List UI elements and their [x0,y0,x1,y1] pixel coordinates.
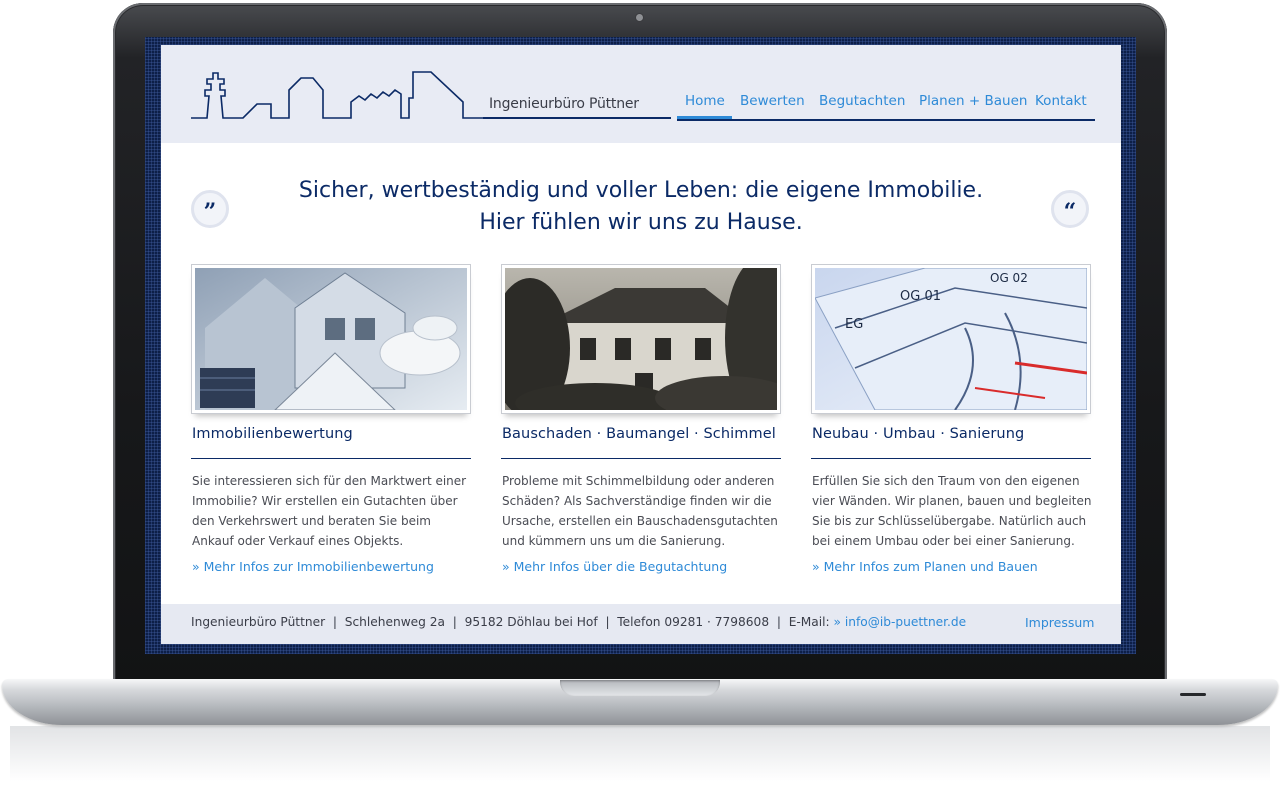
nav-active-indicator [677,116,732,119]
footer-contact: Ingenieurbüro Püttner | Schlehenweg 2a |… [191,615,967,629]
laptop-notch [560,680,720,696]
column-text: Sie interessieren sich für den Marktwert… [192,474,467,548]
column-divider [811,458,1091,459]
nav-kontakt[interactable]: Kontakt [1035,93,1087,109]
skyline-logo-icon [191,71,491,119]
website: Ingenieurbüro Püttner Home Bewerten Begu… [161,45,1121,644]
modern-house-plans-photo[interactable] [191,264,471,414]
footer-company: Ingenieurbüro Püttner [191,615,326,629]
camera-icon [636,14,643,21]
nav-bewerten[interactable]: Bewerten [740,93,805,109]
site-footer: Ingenieurbüro Püttner | Schlehenweg 2a |… [161,604,1121,644]
tagline-line-2: Hier fühlen wir uns zu Hause. [479,210,803,235]
old-house-damage-photo[interactable] [501,264,781,414]
footer-phone: Telefon 09281 · 7798608 [617,615,770,629]
main-nav: Home Bewerten Begutachten Planen + Bauen… [677,92,1095,121]
column-text: Erfüllen Sie sich den Traum von den eige… [812,474,1092,548]
nav-planen-bauen[interactable]: Planen + Bauen [919,93,1027,109]
nav-home[interactable]: Home [685,93,725,109]
impressum-link[interactable]: Impressum [1025,615,1094,630]
column-divider [191,458,471,459]
column-title: Bauschaden · Baumangel · Schimmel [502,426,776,442]
column-title: Immobilienbewertung [192,426,353,442]
more-info-link-planen-bauen[interactable]: » Mehr Infos zum Planen und Bauen [812,559,1038,574]
more-info-link-bewertung[interactable]: » Mehr Infos zur Immobilienbewertung [192,559,434,574]
logo-underline [483,117,671,119]
tagline-line-1: Sicher, wertbeständig und voller Leben: … [298,178,984,203]
more-info-link-begutachtung[interactable]: » Mehr Infos über die Begutachtung [502,559,727,574]
hero-tagline: Sicher, wertbeständig und voller Leben: … [271,175,1011,239]
svg-text:EG: EG [845,317,863,332]
floor-plans-photo[interactable]: EG OG 01 OG 02 [811,264,1091,414]
nav-begutachten[interactable]: Begutachten [819,93,905,109]
laptop-reflection [10,726,1270,805]
power-indicator-icon [1180,693,1206,696]
column-text: Probleme mit Schimmelbildung oder andere… [502,474,778,548]
logo[interactable]: Ingenieurbüro Püttner [191,70,671,120]
column-divider [501,458,781,459]
footer-street: Schlehenweg 2a [344,615,445,629]
footer-email-link[interactable]: » info@ib-puettner.de [834,615,967,629]
site-header: Ingenieurbüro Püttner Home Bewerten Begu… [161,45,1121,143]
svg-text:OG 02: OG 02 [990,271,1028,285]
svg-text:OG 01: OG 01 [900,289,941,304]
quote-left-icon: ” [191,190,229,228]
footer-city: 95182 Döhlau bei Hof [464,615,598,629]
footer-email-label: E-Mail: [788,615,830,629]
quote-right-icon: “ [1051,190,1089,228]
column-title: Neubau · Umbau · Sanierung [812,426,1025,442]
logo-text: Ingenieurbüro Püttner [489,96,639,112]
